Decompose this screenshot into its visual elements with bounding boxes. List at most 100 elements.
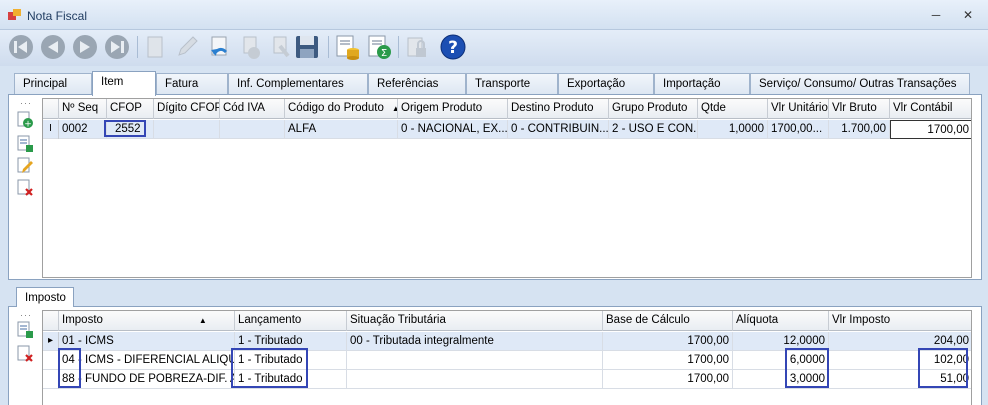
cell-qtde[interactable]: 1,0000: [698, 120, 768, 139]
cell-destino-produto[interactable]: 0 - CONTRIBUIN...: [508, 120, 609, 139]
col-situacao-tributaria[interactable]: Situação Tributária: [347, 311, 603, 331]
tab-importacao[interactable]: Importação: [654, 73, 750, 95]
tax-grid-header: Imposto ▲ Lançamento Situação Tributária …: [43, 311, 971, 331]
tab-principal[interactable]: Principal: [14, 73, 92, 95]
add-item-icon[interactable]: +: [16, 111, 34, 129]
next-record-icon[interactable]: [70, 32, 100, 62]
toolbar-separator: [398, 36, 399, 58]
new-document-icon[interactable]: [140, 32, 170, 62]
cell-grupo-produto[interactable]: 2 - USO E CON...: [609, 120, 698, 139]
col-cod-iva[interactable]: Cód IVA: [220, 99, 285, 119]
col-grupo-produto[interactable]: Grupo Produto: [609, 99, 698, 119]
table-row[interactable]: I 0002 2552 ALFA 0 - NACIONAL, EX... 0 -…: [43, 120, 971, 139]
cancel-icon[interactable]: [236, 32, 266, 62]
toolbar: Σ ?: [0, 30, 988, 66]
cell-situacao-tributaria[interactable]: [347, 370, 603, 389]
highlight-box-tax-codes: [58, 348, 81, 388]
row-pointer-icon: ▸: [43, 332, 59, 351]
cell-base-calculo[interactable]: 1700,00: [603, 351, 733, 370]
col-imposto[interactable]: Imposto ▲: [59, 311, 235, 331]
indicator-header: [43, 311, 59, 331]
window-title: Nota Fiscal: [27, 9, 88, 23]
tab-item[interactable]: Item: [92, 71, 156, 96]
highlight-box-cfop: [104, 120, 146, 137]
table-row[interactable]: ▸ 01 - ICMS 1 - Tributado 00 - Tributada…: [43, 332, 971, 351]
col-destino-produto[interactable]: Destino Produto: [508, 99, 609, 119]
row-indicator-edit-icon: I: [43, 120, 59, 139]
tax-panel: ··· Imposto ▲ Lançamento Situação Tributá…: [8, 306, 982, 405]
row-indicator: [43, 370, 59, 389]
col-codigo-produto[interactable]: Código do Produto▲: [285, 99, 398, 119]
toolbar-separator: [328, 36, 329, 58]
delete-tax-icon[interactable]: [16, 345, 34, 363]
items-grid-header: Nº Seq CFOP Dígito CFOP Cód IVA Código d…: [43, 99, 971, 119]
save-icon[interactable]: [292, 32, 322, 62]
edit-pencil-icon[interactable]: [172, 32, 202, 62]
tab-referencias[interactable]: Referências: [368, 73, 466, 95]
col-lancamento[interactable]: Lançamento: [235, 311, 347, 331]
indicator-header: [43, 99, 59, 119]
cell-base-calculo[interactable]: 1700,00: [603, 332, 733, 351]
col-origem-produto[interactable]: Origem Produto: [398, 99, 508, 119]
cell-cod-iva[interactable]: [220, 120, 285, 139]
cell-vlr-contabil[interactable]: 1700,00: [890, 120, 971, 139]
tax-grid: Imposto ▲ Lançamento Situação Tributária …: [42, 310, 972, 405]
col-vlr-bruto[interactable]: Vlr Bruto: [829, 99, 890, 119]
cell-base-calculo[interactable]: 1700,00: [603, 370, 733, 389]
col-aliquota[interactable]: Alíquota: [733, 311, 829, 331]
insert-tax-icon[interactable]: [16, 321, 34, 339]
insert-item-icon[interactable]: [16, 135, 34, 153]
last-record-icon[interactable]: [102, 32, 132, 62]
lock-icon[interactable]: [402, 32, 432, 62]
item-panel: ··· + Nº Seq CFOP Dígito CFOP Cód IVA Có…: [8, 94, 982, 280]
col-base-calculo[interactable]: Base de Cálculo: [603, 311, 733, 331]
cell-codigo-produto[interactable]: ALFA: [285, 120, 398, 139]
help-icon[interactable]: ?: [438, 32, 468, 62]
col-codigo-produto-label: Código do Produto: [288, 102, 384, 114]
svg-text:?: ?: [448, 38, 458, 58]
cell-nseq[interactable]: 0002: [59, 120, 107, 139]
first-record-icon[interactable]: [6, 32, 36, 62]
app-icon: [8, 9, 21, 20]
highlight-box-vlr-imposto: [918, 348, 968, 388]
col-vlr-imposto[interactable]: Vlr Imposto: [829, 311, 971, 331]
minimize-button[interactable]: ─: [926, 6, 946, 24]
col-digito-cfop[interactable]: Dígito CFOP: [154, 99, 220, 119]
edit-item-icon[interactable]: [16, 157, 34, 175]
col-cfop[interactable]: CFOP: [107, 99, 154, 119]
svg-text:+: +: [24, 120, 32, 130]
col-nseq[interactable]: Nº Seq: [59, 99, 107, 119]
cell-imposto[interactable]: 88 - FUNDO DE POBREZA-DIF. A...: [59, 370, 235, 389]
cell-origem-produto[interactable]: 0 - NACIONAL, EX...: [398, 120, 508, 139]
row-indicator: [43, 351, 59, 370]
cell-digito-cfop[interactable]: [154, 120, 220, 139]
cell-situacao-tributaria[interactable]: [347, 351, 603, 370]
title-bar: Nota Fiscal ─ ✕: [0, 0, 988, 30]
toolbar-separator: [137, 36, 138, 58]
tab-inf-complementares[interactable]: Inf. Complementares: [228, 73, 368, 95]
col-qtde[interactable]: Qtde: [698, 99, 768, 119]
tab-exportacao[interactable]: Exportação: [558, 73, 654, 95]
tab-servico-consumo[interactable]: Serviço/ Consumo/ Outras Transações: [750, 73, 970, 95]
tab-transporte[interactable]: Transporte: [466, 73, 558, 95]
cell-imposto[interactable]: 04 - ICMS - DIFERENCIAL ALIQU...: [59, 351, 235, 370]
delete-item-icon[interactable]: [16, 179, 34, 197]
tab-fatura[interactable]: Fatura: [156, 73, 228, 95]
previous-record-icon[interactable]: [38, 32, 68, 62]
calculate-sigma-icon[interactable]: Σ: [364, 32, 394, 62]
cell-vlr-bruto[interactable]: 1.700,00: [829, 120, 890, 139]
cell-imposto[interactable]: 01 - ICMS: [59, 332, 235, 351]
close-button[interactable]: ✕: [958, 6, 978, 24]
highlight-box-aliquota: [785, 348, 829, 388]
table-row[interactable]: 04 - ICMS - DIFERENCIAL ALIQU... 1 - Tri…: [43, 351, 971, 370]
cell-situacao-tributaria[interactable]: 00 - Tributada integralmente: [347, 332, 603, 351]
tab-imposto[interactable]: Imposto: [16, 287, 74, 307]
col-vlr-contabil[interactable]: Vlr Contábil: [890, 99, 971, 119]
highlight-box-lancamento: [231, 348, 308, 388]
database-stack-icon[interactable]: [332, 32, 362, 62]
cell-vlr-unitario[interactable]: 1700,00...: [768, 120, 829, 139]
sort-ascending-icon: ▲: [198, 316, 207, 325]
table-row[interactable]: 88 - FUNDO DE POBREZA-DIF. A... 1 - Trib…: [43, 370, 971, 389]
col-vlr-unitario[interactable]: Vlr Unitário: [768, 99, 829, 119]
undo-icon[interactable]: [204, 32, 234, 62]
